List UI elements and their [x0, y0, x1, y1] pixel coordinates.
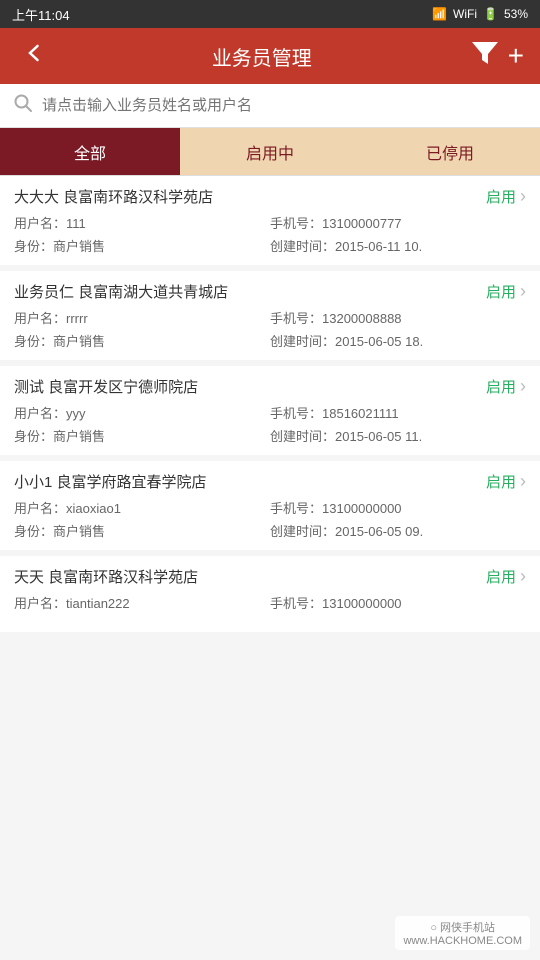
- navbar-actions: +: [472, 40, 524, 72]
- battery-percent: 53%: [504, 7, 528, 21]
- tab-bar: 全部 启用中 已停用: [0, 128, 540, 176]
- item-name: 天天 良富南环路汉科学苑店: [14, 566, 486, 587]
- item-create-time: 创建时间：2015-06-05 18.: [270, 331, 526, 350]
- status-time: 上午11:04: [12, 5, 70, 24]
- add-icon[interactable]: +: [508, 40, 524, 72]
- item-username: 用户名：111: [14, 213, 270, 232]
- list-item[interactable]: 天天 良富南环路汉科学苑店 启用 › 用户名：tiantian222 手机号：1…: [0, 556, 540, 638]
- item-identity: 身份：商户销售: [14, 331, 270, 350]
- arrow-icon: ›: [520, 281, 526, 302]
- item-username: 用户名：yyy: [14, 403, 270, 422]
- item-status: 启用: [486, 471, 516, 492]
- back-button[interactable]: [16, 41, 52, 72]
- arrow-icon: ›: [520, 186, 526, 207]
- item-phone: 手机号：13200008888: [270, 308, 526, 327]
- item-status: 启用: [486, 186, 516, 207]
- watermark-line2: www.HACKHOME.COM: [403, 935, 522, 947]
- list-item[interactable]: 测试 良富开发区宁德师院店 启用 › 用户名：yyy 手机号：185160211…: [0, 366, 540, 461]
- item-create-time: 创建时间：2015-06-05 11.: [270, 426, 526, 445]
- item-create-time: 创建时间：2015-06-11 10.: [270, 236, 526, 255]
- page-title: 业务员管理: [52, 42, 472, 71]
- search-bar: [0, 84, 540, 128]
- item-name: 测试 良富开发区宁德师院店: [14, 376, 486, 397]
- item-identity: 身份：商户销售: [14, 426, 270, 445]
- item-identity: 身份：商户销售: [14, 236, 270, 255]
- item-status: 启用: [486, 281, 516, 302]
- item-name: 小小1 良富学府路宜春学院店: [14, 471, 486, 492]
- status-icons: 📶 WiFi 🔋 53%: [432, 7, 528, 21]
- item-identity: 身份：商户销售: [14, 521, 270, 540]
- battery-icon: 🔋: [483, 7, 498, 21]
- item-phone: 手机号：18516021111: [270, 403, 526, 422]
- item-phone: 手机号：13100000000: [270, 593, 526, 612]
- arrow-icon: ›: [520, 471, 526, 492]
- item-status: 启用: [486, 376, 516, 397]
- salesperson-list: 大大大 良富南环路汉科学苑店 启用 › 用户名：111 手机号：13100000…: [0, 176, 540, 638]
- filter-icon[interactable]: [472, 42, 498, 70]
- item-phone: 手机号：13100000000: [270, 498, 526, 517]
- tab-enabled[interactable]: 启用中: [180, 128, 360, 175]
- status-bar: 上午11:04 📶 WiFi 🔋 53%: [0, 0, 540, 28]
- item-username: 用户名：rrrrr: [14, 308, 270, 327]
- navbar: 业务员管理 +: [0, 28, 540, 84]
- item-name: 大大大 良富南环路汉科学苑店: [14, 186, 486, 207]
- item-create-time: 创建时间：2015-06-05 09.: [270, 521, 526, 540]
- tab-disabled[interactable]: 已停用: [360, 128, 540, 175]
- list-item[interactable]: 大大大 良富南环路汉科学苑店 启用 › 用户名：111 手机号：13100000…: [0, 176, 540, 271]
- arrow-icon: ›: [520, 566, 526, 587]
- search-input[interactable]: [42, 97, 526, 114]
- list-item[interactable]: 业务员仁 良富南湖大道共青城店 启用 › 用户名：rrrrr 手机号：13200…: [0, 271, 540, 366]
- item-username: 用户名：xiaoxiao1: [14, 498, 270, 517]
- list-item[interactable]: 小小1 良富学府路宜春学院店 启用 › 用户名：xiaoxiao1 手机号：13…: [0, 461, 540, 556]
- item-phone: 手机号：13100000777: [270, 213, 526, 232]
- watermark-line1: ○ 网侠手机站: [430, 919, 495, 935]
- wifi-icon: WiFi: [453, 7, 477, 21]
- item-name: 业务员仁 良富南湖大道共青城店: [14, 281, 486, 302]
- watermark: ○ 网侠手机站 www.HACKHOME.COM: [395, 916, 530, 950]
- item-username: 用户名：tiantian222: [14, 593, 270, 612]
- signal-icon: 📶: [432, 7, 447, 21]
- item-status: 启用: [486, 566, 516, 587]
- search-icon: [14, 94, 32, 117]
- arrow-icon: ›: [520, 376, 526, 397]
- tab-all[interactable]: 全部: [0, 128, 180, 175]
